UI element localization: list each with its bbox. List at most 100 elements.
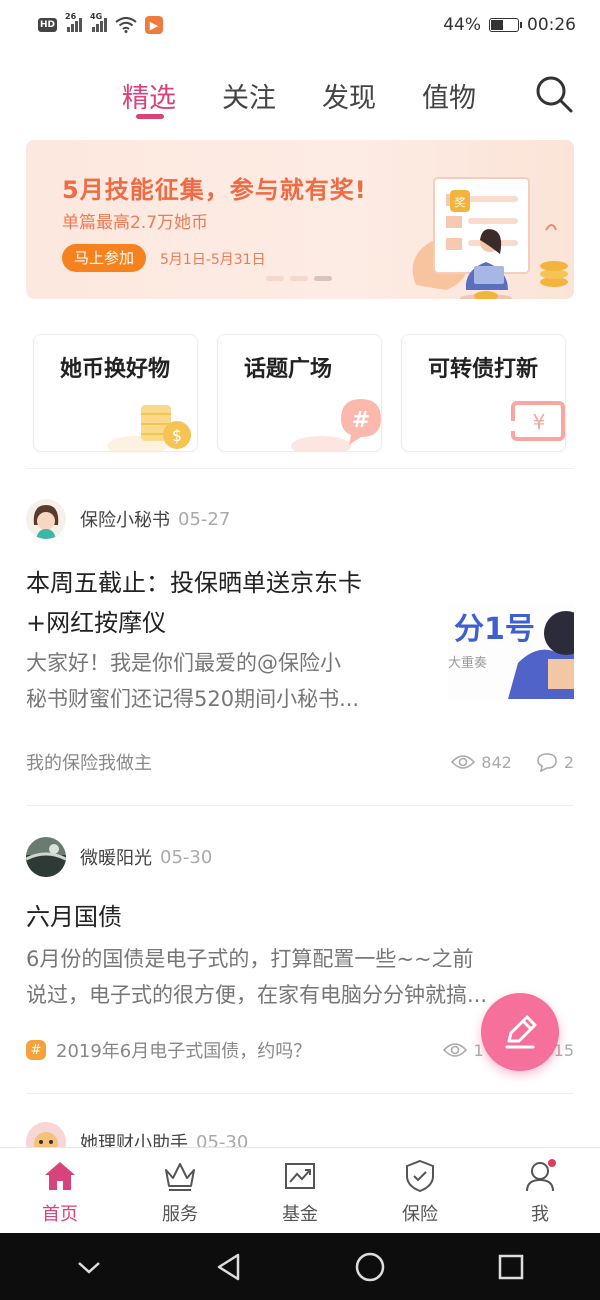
quick-card-label: 可转债打新 [428,357,539,382]
view-count: 1 [443,1041,484,1060]
back-icon[interactable] [214,1252,244,1282]
yuan-ticket-icon: ¥ [505,401,565,441]
author-name[interactable]: 她理财小助手 [80,1129,188,1147]
avatar[interactable] [26,837,66,877]
chevron-down-icon[interactable] [75,1257,103,1277]
quick-card-label: 她币换好物 [60,357,171,382]
nav-label: 基金 [282,1204,318,1225]
shield-icon [406,1159,434,1193]
hashtag-bubble-icon: # [291,399,381,451]
post-card[interactable]: 她理财小助手 05-30 [26,1122,574,1147]
nav-services[interactable]: 服务 [120,1148,240,1233]
svg-text:#: # [352,408,370,433]
battery-level [491,20,504,30]
tab-worth-buying[interactable]: 值物 [422,76,476,115]
status-bar: HD 26 4G ▶ 44% 00:26 [0,0,600,50]
svg-text:大重奏: 大重奏 [448,655,487,671]
clock: 00:26 [527,15,576,35]
quick-card-convertible-bonds[interactable]: 可转债打新 ¥ [401,334,566,452]
signal-icon-2: 4G [90,12,108,32]
banner-dates: 5月1日-5月31日 [160,252,266,268]
topic-hashtag-icon: # [26,1040,46,1060]
svg-text:$: $ [172,426,182,445]
post-topic[interactable]: 我的保险我做主 [26,749,152,775]
nav-me[interactable]: 我 [480,1148,600,1233]
post-excerpt-line: 大家好！我是你们最爱的@保险小 [26,651,341,675]
post-title[interactable]: 六月国债 [26,897,574,937]
post-title-line: 本周五截止：投保晒单送京东卡 [26,569,362,597]
nav-label: 首页 [42,1204,78,1225]
top-tab-bar: 精选 关注 发现 值物 [0,66,600,126]
search-icon[interactable] [534,74,574,114]
banner-title: 5月技能征集，参与就有奖! [62,176,367,204]
quick-card-label: 话题广场 [244,357,333,382]
coin-stack-icon: $ [107,405,191,451]
divider [26,1093,574,1094]
post-excerpt-line: 6月份的国债是电子式的，打算配置一些~~之前 [26,947,474,971]
post-topic[interactable]: 2019年6月电子式国债，约吗？ [56,1037,311,1063]
pagination-dot [266,276,284,281]
avatar[interactable] [26,1122,66,1147]
post-title[interactable]: 本周五截止：投保晒单送京东卡 +网红按摩仪 [26,563,436,643]
comment-count-value: 2 [563,752,574,772]
system-nav-bar [0,1233,600,1300]
chart-icon [285,1163,315,1189]
tab-following[interactable]: 关注 [222,76,276,115]
post-footer: 我的保险我做主 842 2 [26,747,574,777]
tab-featured[interactable]: 精选 [122,76,176,115]
author-name[interactable]: 保险小秘书 [80,506,170,532]
bottom-nav: 首页 服务 基金 保险 我 [0,1147,600,1233]
post-title-line: +网红按摩仪 [26,609,167,637]
banner-pagination [266,276,332,281]
svg-text:¥: ¥ [533,410,546,434]
post-excerpt: 大家好！我是你们最爱的@保险小 秘书财蜜们还记得520期间小秘书... [26,645,426,717]
pencil-icon [505,1015,537,1049]
battery-percent: 44% [443,15,481,35]
divider [26,805,574,806]
compose-button[interactable] [481,993,559,1071]
nav-home[interactable]: 首页 [0,1148,120,1233]
banner-join-button[interactable]: 马上参加 [62,244,147,272]
crown-icon [165,1163,195,1191]
nav-funds[interactable]: 基金 [240,1148,360,1233]
promo-banner[interactable]: 5月技能征集，参与就有奖! 单篇最高2.7万她币 马上参加 5月1日-5月31日… [26,140,574,299]
nav-label: 保险 [402,1204,438,1225]
recent-apps-icon[interactable] [497,1253,525,1281]
banner-illustration: 奖 [412,177,568,299]
pagination-dot-active [314,276,332,281]
post-card[interactable]: 保险小秘书 05-27 本周五截止：投保晒单送京东卡 +网红按摩仪 大家好！我是… [26,499,574,789]
nav-label: 服务 [162,1204,198,1225]
quick-card-topics[interactable]: 话题广场 # [217,334,382,452]
battery-icon [489,18,522,32]
quick-card-exchange[interactable]: 她币换好物 $ [33,334,198,452]
post-thumbnail[interactable]: 分1号大重奏 [448,603,574,699]
nav-insurance[interactable]: 保险 [360,1148,480,1233]
hd-icon: HD [38,18,58,32]
comment-icon [537,753,557,772]
user-icon [526,1159,556,1192]
divider [26,468,574,469]
home-icon [45,1162,75,1190]
pagination-dot [290,276,308,281]
post-date: 05-30 [160,846,213,868]
author-name[interactable]: 微暖阳光 [80,844,152,870]
post-date: 05-27 [178,508,231,530]
post-title-line: 六月国债 [26,903,122,931]
tab-discover[interactable]: 发现 [322,76,376,115]
signal-icon: 26 [65,12,83,32]
banner-subtitle: 单篇最高2.7万她币 [62,213,209,233]
banner-badge: 奖 [455,195,466,209]
home-circle-icon[interactable] [354,1251,386,1283]
wifi-icon [115,17,137,33]
avatar[interactable] [26,499,66,539]
view-count-value: 842 [481,752,512,772]
comment-count[interactable]: 2 [536,752,574,772]
nav-label: 我 [531,1204,549,1225]
post-date: 05-30 [196,1131,249,1148]
post-excerpt: 6月份的国债是电子式的，打算配置一些~~之前 说过，电子式的很方便，在家有电脑分… [26,941,574,1013]
view-count: 842 [451,753,512,772]
post-excerpt-line: 秘书财蜜们还记得520期间小秘书... [26,687,360,711]
active-tab-indicator [136,114,164,119]
eye-icon [451,755,476,769]
svg-text:分1号: 分1号 [454,612,535,647]
